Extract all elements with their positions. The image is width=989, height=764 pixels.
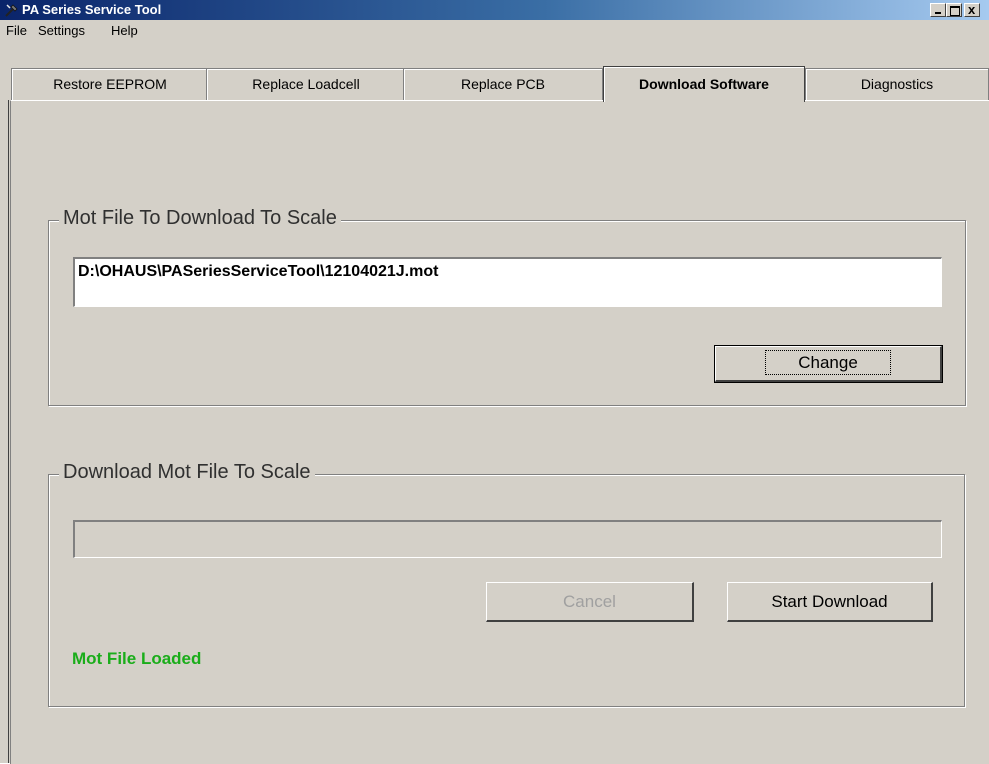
menu-bar: File Settings Help bbox=[0, 20, 989, 40]
change-button-label: Change bbox=[765, 350, 891, 375]
menu-file[interactable]: File bbox=[4, 20, 29, 40]
tab-restore-eeprom[interactable]: Restore EEPROM bbox=[11, 68, 209, 100]
tab-diagnostics[interactable]: Diagnostics bbox=[805, 68, 989, 100]
tab-replace-loadcell[interactable]: Replace Loadcell bbox=[206, 68, 406, 100]
menu-help[interactable]: Help bbox=[109, 20, 140, 40]
close-button[interactable]: x bbox=[964, 2, 980, 17]
tab-download-software[interactable]: Download Software bbox=[603, 66, 805, 102]
maximize-button[interactable] bbox=[946, 3, 962, 17]
menu-settings[interactable]: Settings bbox=[36, 20, 87, 40]
close-icon: x bbox=[968, 2, 976, 17]
minimize-button[interactable] bbox=[930, 3, 946, 17]
download-group-title: Download Mot File To Scale bbox=[59, 461, 315, 484]
download-progress-bar bbox=[73, 520, 942, 558]
tools-icon bbox=[5, 4, 18, 17]
app-window: PA Series Service Tool x File Settings H… bbox=[0, 0, 989, 764]
title-bar[interactable]: PA Series Service Tool x bbox=[0, 0, 989, 20]
cancel-button[interactable]: Cancel bbox=[486, 582, 694, 622]
download-groupbox: Download Mot File To Scale Cancel Start … bbox=[48, 461, 965, 707]
tab-panel-download-software: Mot File To Download To Scale D:\OHAUS\P… bbox=[10, 100, 989, 764]
status-text: Mot File Loaded bbox=[72, 649, 202, 668]
window-title: PA Series Service Tool bbox=[22, 2, 162, 17]
start-download-button[interactable]: Start Download bbox=[727, 582, 933, 622]
mot-file-groupbox: Mot File To Download To Scale D:\OHAUS\P… bbox=[48, 207, 966, 406]
window-edge bbox=[8, 100, 9, 763]
mot-file-group-title: Mot File To Download To Scale bbox=[59, 207, 341, 230]
tab-replace-pcb[interactable]: Replace PCB bbox=[403, 68, 603, 100]
change-button[interactable]: Change bbox=[714, 345, 943, 383]
mot-file-path-field[interactable]: D:\OHAUS\PASeriesServiceTool\12104021J.m… bbox=[73, 257, 942, 307]
